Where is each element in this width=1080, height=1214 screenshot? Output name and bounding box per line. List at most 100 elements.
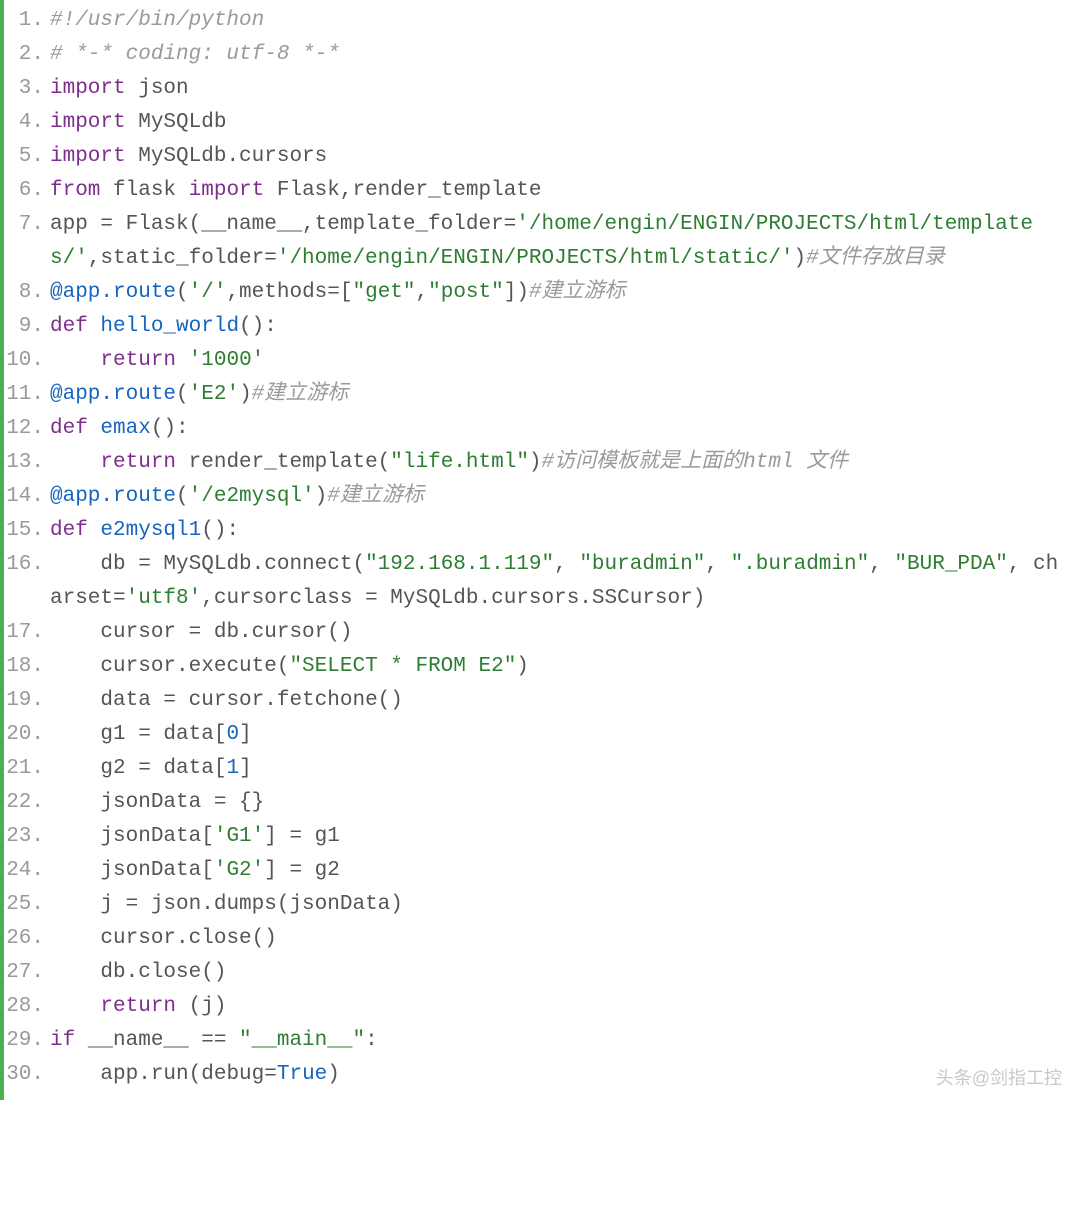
line-number: 13.: [4, 446, 50, 480]
line-number: 4.: [4, 106, 50, 140]
code-token: '/home/engin/ENGIN/PROJECTS/html/static/…: [277, 247, 794, 270]
code-content: def emax():: [50, 412, 1080, 446]
code-token: #!/usr/bin/python: [50, 9, 264, 32]
code-line: 1.#!/usr/bin/python: [4, 4, 1080, 38]
code-token: "get": [352, 281, 415, 304]
code-content: import json: [50, 72, 1080, 106]
code-token: ): [529, 451, 542, 474]
code-content: jsonData['G2'] = g2: [50, 854, 1080, 888]
code-content: if __name__ == "__main__":: [50, 1024, 1080, 1058]
code-token: "SELECT * FROM E2": [289, 655, 516, 678]
line-number: 29.: [4, 1024, 50, 1058]
code-line: 29.if __name__ == "__main__":: [4, 1024, 1080, 1058]
line-number: 26.: [4, 922, 50, 956]
code-content: # *-* coding: utf-8 *-*: [50, 38, 1080, 72]
code-line: 6.from flask import Flask,render_templat…: [4, 174, 1080, 208]
code-content: jsonData = {}: [50, 786, 1080, 820]
code-token: render_template(: [176, 451, 390, 474]
code-token: [50, 451, 100, 474]
code-line: 23. jsonData['G1'] = g1: [4, 820, 1080, 854]
code-line: 14.@app.route('/e2mysql')#建立游标: [4, 480, 1080, 514]
code-token: ():: [201, 519, 239, 542]
code-token: '1000': [189, 349, 265, 372]
code-token: (: [176, 383, 189, 406]
line-number: 24.: [4, 854, 50, 888]
code-content: @app.route('E2')#建立游标: [50, 378, 1080, 412]
line-number: 25.: [4, 888, 50, 922]
code-token: g2 = data[: [50, 757, 226, 780]
code-token: __name__ ==: [75, 1029, 239, 1052]
code-token: cursor.execute(: [50, 655, 289, 678]
line-number: 21.: [4, 752, 50, 786]
code-token: "192.168.1.119": [365, 553, 554, 576]
code-token: ,: [554, 553, 579, 576]
code-token: ,: [705, 553, 730, 576]
code-token: "post": [428, 281, 504, 304]
code-token: def: [50, 315, 88, 338]
code-token: db = MySQLdb.connect(: [50, 553, 365, 576]
line-number: 5.: [4, 140, 50, 174]
line-number: 22.: [4, 786, 50, 820]
code-line: 5.import MySQLdb.cursors: [4, 140, 1080, 174]
code-token: [88, 417, 101, 440]
code-token: @app.route: [50, 383, 176, 406]
code-token: # *-* coding: utf-8 *-*: [50, 43, 340, 66]
code-token: '/e2mysql': [189, 485, 315, 508]
line-number: 3.: [4, 72, 50, 106]
code-content: j = json.dumps(jsonData): [50, 888, 1080, 922]
code-line: 22. jsonData = {}: [4, 786, 1080, 820]
code-line: 21. g2 = data[1]: [4, 752, 1080, 786]
code-token: def: [50, 417, 88, 440]
code-token: "BUR_PDA": [894, 553, 1007, 576]
code-token: 'utf8': [126, 587, 202, 610]
line-number: 14.: [4, 480, 50, 514]
code-token: ): [239, 383, 252, 406]
code-token: ,cursorclass = MySQLdb.cursors.SSCursor): [201, 587, 705, 610]
code-content: @app.route('/e2mysql')#建立游标: [50, 480, 1080, 514]
code-token: "life.html": [390, 451, 529, 474]
code-token: ,methods=[: [226, 281, 352, 304]
code-line: 25. j = json.dumps(jsonData): [4, 888, 1080, 922]
code-token: (j): [176, 995, 226, 1018]
code-content: g2 = data[1]: [50, 752, 1080, 786]
code-token: cursor = db.cursor(): [50, 621, 352, 644]
code-token: ():: [151, 417, 189, 440]
code-content: return render_template("life.html")#访问模板…: [50, 446, 1080, 480]
line-number: 15.: [4, 514, 50, 548]
line-number: 12.: [4, 412, 50, 446]
code-content: db.close(): [50, 956, 1080, 990]
code-token: MySQLdb: [126, 111, 227, 134]
code-lines: 1.#!/usr/bin/python2.# *-* coding: utf-8…: [4, 4, 1080, 1092]
code-token: jsonData[: [50, 859, 214, 882]
code-content: #!/usr/bin/python: [50, 4, 1080, 38]
code-token: ".buradmin": [731, 553, 870, 576]
code-token: [88, 315, 101, 338]
code-token: return: [100, 995, 176, 1018]
code-line: 16. db = MySQLdb.connect("192.168.1.119"…: [4, 548, 1080, 616]
code-token: j = json.dumps(jsonData): [50, 893, 403, 916]
line-number: 19.: [4, 684, 50, 718]
line-number: 20.: [4, 718, 50, 752]
code-token: import: [189, 179, 265, 202]
line-number: 1.: [4, 4, 50, 38]
code-token: flask: [100, 179, 188, 202]
code-content: return '1000': [50, 344, 1080, 378]
code-line: 13. return render_template("life.html")#…: [4, 446, 1080, 480]
code-token: jsonData = {}: [50, 791, 264, 814]
code-line: 12.def emax():: [4, 412, 1080, 446]
code-token: ,static_folder=: [88, 247, 277, 270]
code-line: 17. cursor = db.cursor(): [4, 616, 1080, 650]
code-token: g1 = data[: [50, 723, 226, 746]
code-token: ():: [239, 315, 277, 338]
code-content: cursor.execute("SELECT * FROM E2"): [50, 650, 1080, 684]
code-token: ): [794, 247, 807, 270]
code-line: 4.import MySQLdb: [4, 106, 1080, 140]
code-token: '/': [189, 281, 227, 304]
code-token: #文件存放目录: [806, 247, 945, 270]
line-number: 2.: [4, 38, 50, 72]
code-line: 18. cursor.execute("SELECT * FROM E2"): [4, 650, 1080, 684]
code-token: from: [50, 179, 100, 202]
code-token: #访问模板就是上面的html 文件: [542, 451, 849, 474]
code-content: import MySQLdb.cursors: [50, 140, 1080, 174]
code-token: db.close(): [50, 961, 226, 984]
